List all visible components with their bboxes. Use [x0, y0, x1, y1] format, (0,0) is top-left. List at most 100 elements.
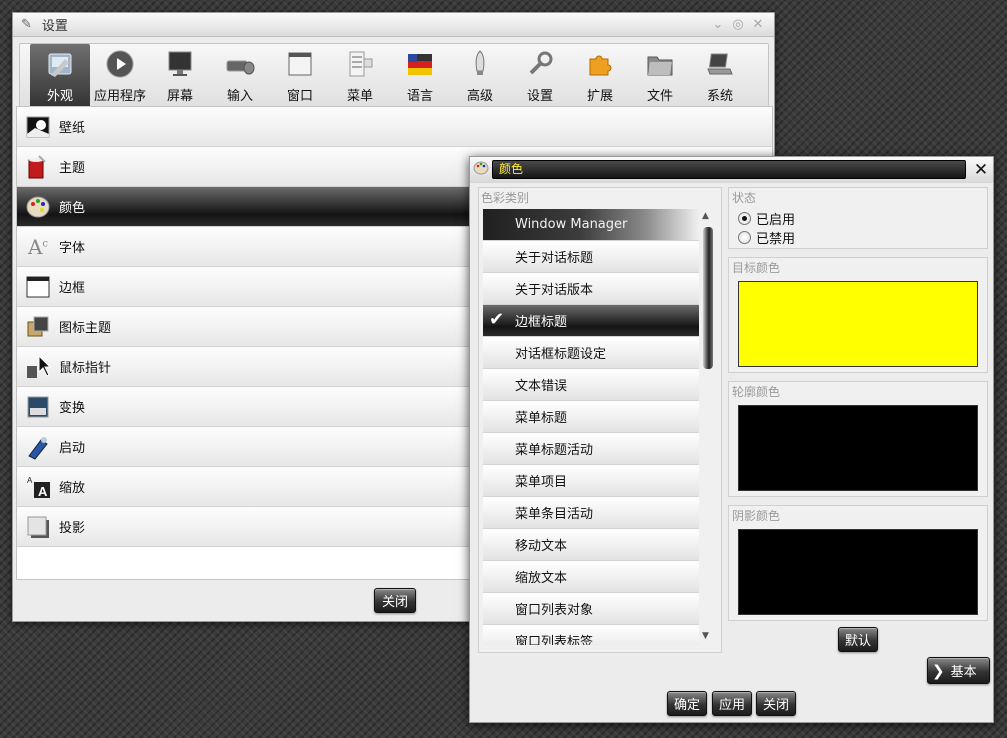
applications-icon [104, 48, 136, 80]
ok-button[interactable]: 确定 [667, 691, 707, 716]
shadow-color-label: 阴影颜色 [732, 509, 781, 523]
color-category-item[interactable]: 缩放文本 [483, 561, 699, 593]
state-enabled-label: 已启用 [756, 213, 796, 228]
color-palette-icon [473, 160, 489, 180]
toolbar-label: 语言 [406, 89, 433, 104]
category-wallpaper[interactable]: 壁纸 [17, 107, 772, 147]
outline-color-label: 轮廓颜色 [732, 385, 781, 399]
settings-icon [524, 48, 556, 80]
color-category-item[interactable]: 文本错误 [483, 369, 699, 401]
toolbar-files[interactable]: 文件 [630, 44, 690, 112]
color-category-item[interactable]: 菜单条目活动 [483, 497, 699, 529]
category-label: 字体 [59, 241, 86, 256]
color-category-item[interactable]: 窗口列表对象 [483, 593, 699, 625]
icon-theme-icon [23, 312, 53, 342]
color-palette-icon [23, 192, 53, 222]
target-color-label: 目标颜色 [732, 261, 781, 275]
toolbar-settings[interactable]: 设置 [510, 44, 570, 112]
category-label: 边框 [59, 281, 86, 296]
toolbar-screen[interactable]: 屏幕 [150, 44, 210, 112]
files-icon [644, 48, 676, 80]
maximize-icon[interactable]: ◎ [730, 17, 746, 33]
toolbar-label: 高级 [466, 89, 493, 104]
toolbar-applications[interactable]: 应用程序 [90, 44, 150, 112]
apply-button[interactable]: 应用 [712, 691, 752, 716]
category-label: 启动 [59, 441, 86, 456]
category-label: 主题 [59, 161, 86, 176]
scaling-icon: AA [23, 472, 53, 502]
toolbar-system[interactable]: 系统 [690, 44, 750, 112]
toolbar-advanced[interactable]: 高级 [450, 44, 510, 112]
toolbar-label: 菜单 [346, 89, 373, 104]
color-dialog-titlebar[interactable]: 颜色 ✕ [470, 157, 993, 183]
scrollbar-thumb[interactable] [703, 227, 713, 369]
toolbar-extensions[interactable]: 扩展 [570, 44, 630, 112]
settings-close-button[interactable]: 关闭 [374, 588, 416, 613]
basic-button-label: 基本 [950, 665, 977, 680]
radio-selected-icon [738, 212, 751, 225]
settings-title: 设置 [41, 19, 68, 34]
state-group-label: 状态 [732, 191, 757, 205]
color-category-item[interactable]: 对话框标题设定 [483, 337, 699, 369]
basic-button[interactable]: ❯ 基本 [927, 657, 990, 684]
toolbar-label: 输入 [226, 89, 253, 104]
window-controls: ⌄ ◎ ✕ [710, 17, 766, 33]
color-list-scrollbar[interactable]: ▲ ▼ [700, 209, 714, 645]
input-icon [224, 48, 256, 80]
color-category-item[interactable]: 关于对话标题 [483, 241, 699, 273]
close-icon[interactable]: ✕ [970, 159, 992, 181]
color-category-label: 边框标题 [515, 315, 568, 330]
wallpaper-icon [23, 112, 53, 142]
state-disabled-label: 已禁用 [756, 232, 796, 247]
target-color-swatch[interactable] [738, 281, 978, 367]
color-category-list: Window Manager 关于对话标题 关于对话版本 ✔ 边框标题 对话框标… [483, 209, 699, 645]
default-button[interactable]: 默认 [838, 627, 878, 652]
color-category-item[interactable]: 窗口列表标签 [483, 625, 699, 645]
dialog-close-button[interactable]: 关闭 [756, 691, 796, 716]
svg-text:A: A [38, 484, 48, 499]
toolbar-appearance[interactable]: 外观 [30, 44, 90, 112]
color-category-item[interactable]: 移动文本 [483, 529, 699, 561]
color-category-header[interactable]: Window Manager [483, 209, 699, 241]
scroll-down-icon[interactable]: ▼ [702, 631, 709, 641]
color-category-item[interactable]: 菜单标题活动 [483, 433, 699, 465]
category-label: 缩放 [59, 481, 86, 496]
toolbar-window[interactable]: 窗口 [270, 44, 330, 112]
color-category-item[interactable]: 菜单项目 [483, 465, 699, 497]
minimize-icon[interactable]: ⌄ [710, 17, 726, 33]
toolbar-input[interactable]: 输入 [210, 44, 270, 112]
toolbar-label: 窗口 [286, 89, 313, 104]
state-disabled-radio[interactable]: 已禁用 [738, 228, 795, 247]
radio-unselected-icon [738, 231, 751, 244]
category-label: 壁纸 [59, 121, 86, 136]
close-icon[interactable]: ✕ [750, 17, 766, 33]
toolbar-menu[interactable]: 菜单 [330, 44, 390, 112]
svg-text:A: A [27, 476, 33, 485]
shadow-color-swatch[interactable] [738, 529, 978, 615]
color-category-item-selected[interactable]: ✔ 边框标题 [483, 305, 699, 337]
wrench-icon: ✎ [21, 17, 32, 32]
outline-color-swatch[interactable] [738, 405, 978, 491]
category-label: 图标主题 [59, 321, 112, 336]
screen-icon [164, 48, 196, 80]
category-label: 投影 [59, 521, 86, 536]
window-icon [284, 48, 316, 80]
shadow-icon [23, 512, 53, 542]
toolbar-language[interactable]: 语言 [390, 44, 450, 112]
settings-titlebar[interactable]: ✎ 设置 ⌄ ◎ ✕ [13, 13, 774, 37]
toolbar-label: 扩展 [586, 89, 613, 104]
mouse-pointer-icon [23, 352, 53, 382]
state-enabled-radio[interactable]: 已启用 [738, 209, 795, 228]
startup-icon [23, 432, 53, 462]
menu-icon [344, 48, 376, 80]
system-icon [704, 48, 736, 80]
color-category-item[interactable]: 关于对话版本 [483, 273, 699, 305]
appearance-icon [44, 48, 76, 80]
scroll-up-icon[interactable]: ▲ [702, 211, 709, 221]
settings-toolbar: 外观 应用程序 屏幕 输入 窗口 菜单 语言 高级 设置 扩展 文件 系统 [19, 43, 769, 113]
category-label: 鼠标指针 [59, 361, 112, 376]
color-category-item[interactable]: 菜单标题 [483, 401, 699, 433]
color-dialog: 颜色 ✕ 色彩类别 Window Manager 关于对话标题 关于对话版本 ✔… [469, 156, 994, 723]
toolbar-label: 系统 [706, 89, 733, 104]
toolbar-label: 外观 [46, 89, 73, 104]
